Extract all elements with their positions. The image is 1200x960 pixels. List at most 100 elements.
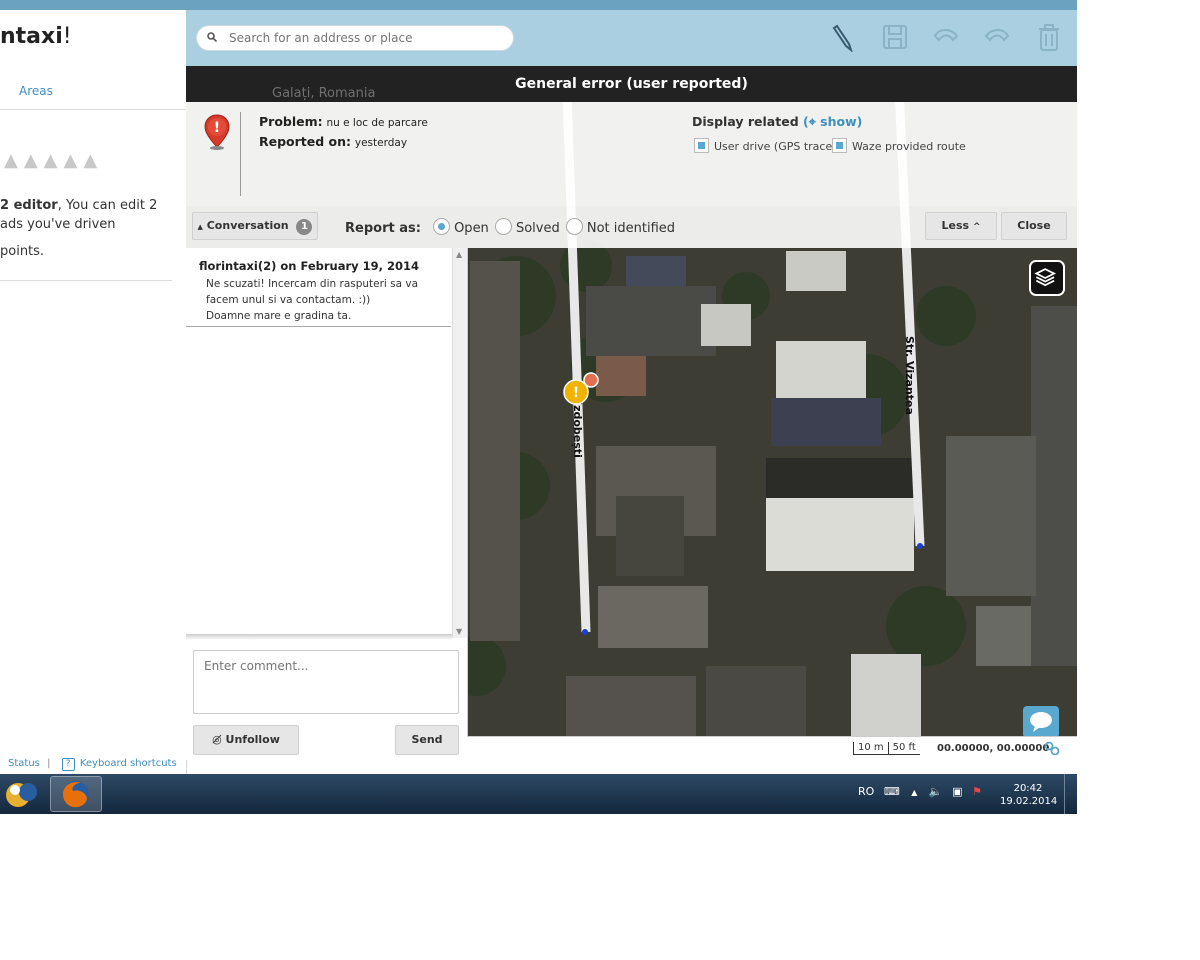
comment-input[interactable]	[193, 650, 459, 714]
message-author: florintaxi(2) on February 19, 2014	[199, 259, 420, 273]
unfollow-button[interactable]: ◎̸ Unfollow	[193, 725, 299, 755]
map-editor: Str. Vizantea Izdobești ! General error …	[186, 0, 1077, 760]
radio-open[interactable]	[433, 218, 451, 235]
message-text: Ne scuzati! Incercam din rasputeri sa va…	[206, 276, 446, 324]
welcome-username: ntaxi	[0, 24, 63, 49]
editor-rank-bold: 2 editor	[0, 198, 58, 213]
tab-areas[interactable]: Areas	[19, 84, 53, 98]
issue-divider	[240, 112, 241, 196]
conversation-count-badge: 1	[296, 219, 313, 235]
unfollow-label: Unfollow	[225, 733, 280, 746]
clock-date: 19.02.2014	[1000, 796, 1058, 807]
conversation-scrollbar[interactable]: ▲ ▼	[452, 248, 467, 638]
volume-icon[interactable]: 🔈	[929, 785, 943, 798]
keyboard-icon[interactable]: ⌨	[884, 785, 900, 798]
scale-meters: 10 m	[853, 742, 888, 755]
search-input[interactable]	[227, 30, 501, 46]
pencil-icon[interactable]	[829, 22, 859, 52]
close-button[interactable]: Close	[1001, 212, 1067, 240]
scroll-up-icon[interactable]: ▲	[456, 250, 462, 259]
save-icon[interactable]	[880, 22, 910, 52]
street-label-vizantea: Str. Vizantea	[903, 336, 916, 415]
rank-cones-icon: ▲▲▲▲▲	[4, 150, 104, 171]
system-tray: RO ⌨ ▲ 🔈 ▣ ⚑	[858, 785, 982, 798]
gps-trace-checkbox[interactable]: User drive (GPS trace)	[694, 138, 837, 153]
user-sidebar: ntaxi! Areas ▲▲▲▲▲ 2 editor, You can edi…	[0, 0, 187, 774]
radio-open-label: Open	[454, 221, 489, 236]
search-box	[196, 25, 514, 51]
points-text: points.	[0, 244, 45, 259]
footer-separator: |	[47, 758, 51, 769]
show-desktop-button[interactable]	[1064, 774, 1078, 814]
message-line: Doamne mare e gradina ta.	[206, 310, 352, 322]
crosshair-icon: ⌖	[808, 114, 816, 129]
sidebar-footer: Status | ? Keyboard shortcuts	[8, 758, 177, 771]
radio-solved-label: Solved	[515, 221, 560, 236]
welcome-heading: ntaxi!	[0, 24, 72, 49]
send-button[interactable]: Send	[395, 725, 459, 755]
reported-row: Reported on: yesterday	[259, 134, 407, 149]
checkbox-icon	[694, 138, 709, 153]
network-icon[interactable]: ▣	[952, 785, 962, 798]
action-center-flag-icon[interactable]: ⚑	[972, 785, 982, 798]
report-as-group: Report as: Open Solved Not identified	[345, 218, 675, 236]
file-explorer-icon[interactable]	[0, 776, 52, 812]
svg-text:!: !	[214, 120, 220, 136]
conversation-bar: ▲ Conversation 1 Report as: Open Solved …	[186, 206, 1077, 248]
problem-value: nu e loc de parcare	[326, 117, 428, 129]
show-related-link[interactable]: (⌖ show)	[803, 114, 862, 129]
chat-bubble-icon[interactable]	[1023, 706, 1059, 738]
scroll-down-icon[interactable]: ▼	[456, 627, 462, 636]
show-related-text: show	[820, 114, 857, 129]
clock[interactable]: 20:42 19.02.2014	[1000, 782, 1058, 808]
message-line: facem unul si va contactam. :))	[206, 294, 371, 306]
radio-not-identified-label: Not identified	[586, 221, 676, 236]
collapse-arrow-icon: ▲	[197, 223, 203, 231]
problem-row: Problem: nu e loc de parcare	[259, 114, 428, 129]
less-button[interactable]: Less ^	[925, 212, 997, 240]
sidebar-divider	[0, 109, 186, 110]
help-icon: ?	[61, 758, 75, 771]
welcome-suffix: !	[62, 24, 72, 49]
conversation-panel: florintaxi(2) on February 19, 2014 Ne sc…	[186, 248, 468, 760]
gps-trace-label: User drive (GPS trace)	[714, 140, 837, 153]
error-pin-icon: !	[204, 114, 230, 150]
permalink-icon[interactable]	[1044, 741, 1060, 755]
issue-details-panel: ! Problem: nu e loc de parcare Reported …	[186, 102, 1077, 206]
scale-bar: 10 m 50 ft	[853, 742, 920, 755]
radio-solved[interactable]	[494, 218, 512, 235]
conversation-label: Conversation	[206, 219, 289, 232]
display-related: Display related (⌖ show)	[692, 114, 862, 130]
search-icon	[207, 32, 217, 42]
top-toolbar	[186, 0, 1077, 66]
problem-label: Problem:	[259, 114, 323, 129]
editor-rank-text: 2 editor, You can edit 2 ads you've driv…	[0, 196, 180, 234]
clock-time: 20:42	[1013, 783, 1043, 794]
waze-route-label: Waze provided route	[852, 140, 966, 153]
firefox-taskbar-button[interactable]	[50, 776, 102, 812]
sidebar-divider-2	[0, 280, 172, 281]
chevron-up-icon: ^	[972, 222, 981, 232]
conversation-divider	[186, 634, 452, 640]
waze-route-checkbox[interactable]: Waze provided route	[832, 138, 966, 153]
radio-not-identified[interactable]	[565, 218, 583, 235]
editor-rank-line2: ads you've driven	[0, 217, 116, 232]
city-label: Galați, Romania	[272, 86, 376, 101]
tray-expand-icon[interactable]: ▲	[911, 788, 917, 797]
status-link[interactable]: Status	[8, 758, 40, 769]
scale-feet: 50 ft	[887, 742, 920, 755]
svg-text:!: !	[573, 385, 579, 401]
keyboard-shortcuts-link[interactable]: Keyboard shortcuts	[80, 758, 177, 769]
undo-icon[interactable]	[931, 22, 961, 52]
language-indicator[interactable]: RO	[858, 785, 874, 798]
report-as-label: Report as:	[345, 221, 421, 236]
conversation-toggle-button[interactable]: ▲ Conversation 1	[192, 212, 318, 240]
layers-icon[interactable]	[1029, 260, 1065, 296]
redo-icon[interactable]	[982, 22, 1012, 52]
conversation-message: florintaxi(2) on February 19, 2014 Ne sc…	[186, 248, 451, 327]
trash-icon[interactable]	[1034, 22, 1064, 52]
reported-label: Reported on:	[259, 134, 352, 149]
coordinates-readout: 00.00000, 00.00000	[937, 743, 1050, 754]
sidebar-top-strip	[0, 0, 186, 10]
windows-taskbar: RO ⌨ ▲ 🔈 ▣ ⚑ 20:42 19.02.2014	[0, 774, 1077, 814]
